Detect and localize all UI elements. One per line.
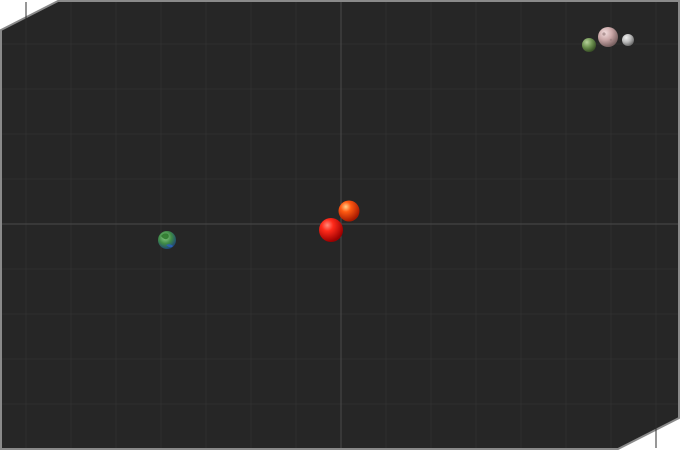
scene-canvas[interactable] [0, 0, 680, 450]
earth-planet-icon[interactable] [158, 231, 176, 249]
space-viewport[interactable] [0, 0, 680, 450]
orange-star-icon[interactable] [338, 200, 360, 222]
pink-moon-icon[interactable] [598, 27, 618, 47]
green-moon-icon[interactable] [582, 38, 596, 52]
grey-moon-icon[interactable] [622, 34, 634, 46]
red-star-icon[interactable] [319, 218, 343, 242]
